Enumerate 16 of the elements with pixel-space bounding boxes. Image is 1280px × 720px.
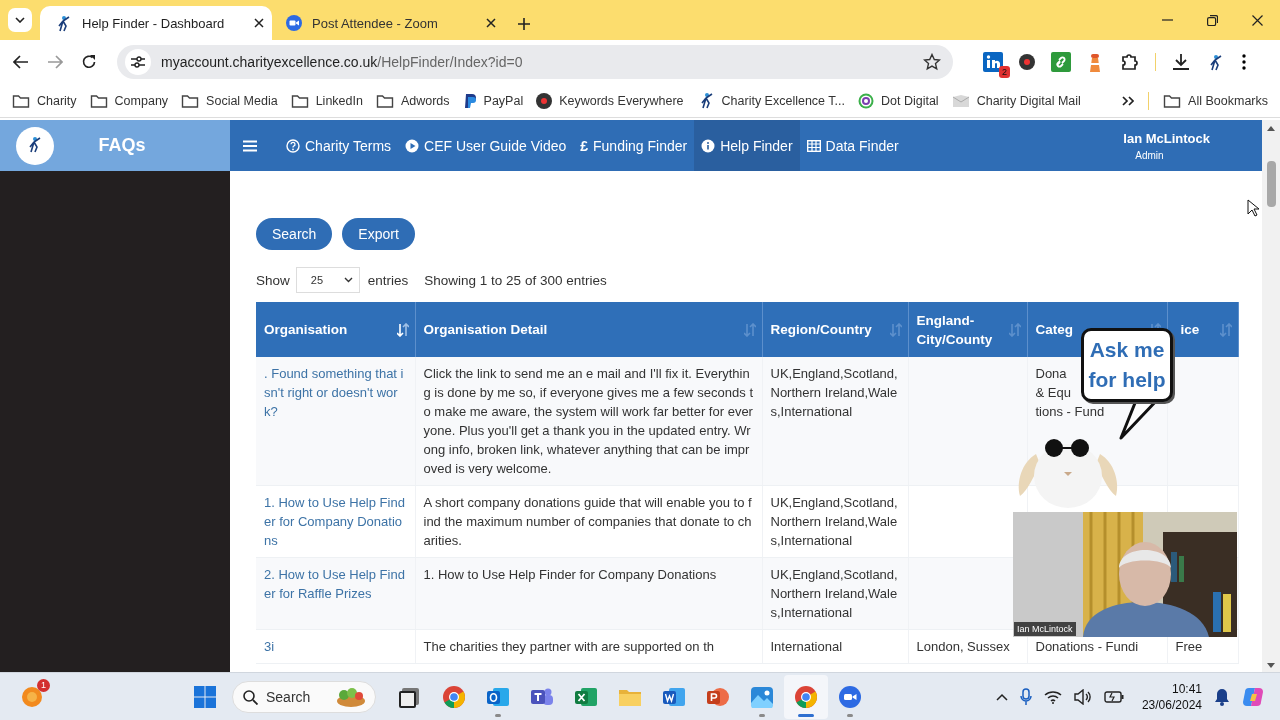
- table-cell: A short company donations guide that will enable you to find the maximum number of companies that donate to charities.: [415, 485, 762, 558]
- entries-label: Show: [256, 272, 290, 288]
- table-cell: The charities they partner with are supported on th: [415, 629, 762, 664]
- table-cell: 1. How to Use Help Finder for Company Donations: [415, 557, 762, 630]
- table-info: Showing 1 to 25 of 300 entries: [424, 272, 607, 288]
- notification-badge: 2: [999, 66, 1010, 78]
- notification-badge: 1: [37, 678, 50, 692]
- table-cell: Click the link to send me an e mail and I'll fix it. Everything is done by me so, if everyone gives me a few seconds to make me aware, the system will work far better for everyone. Plus you'll get a thank you in the updated entry. Wrong info, broken link, whatever anything that can be improved is very welcome.: [415, 357, 762, 486]
- brand-title: FAQs: [97, 135, 147, 156]
- table-cell: UK,England,Scotland,Northern Ireland,Wales,International: [762, 357, 908, 486]
- table-cell: UK,England,Scotland,Northern Ireland,Wales,International: [762, 485, 908, 558]
- entries-label: entries: [367, 272, 409, 288]
- table-cell: International: [762, 629, 908, 664]
- participant-name: Ian McLintock: [1014, 622, 1076, 636]
- user-role: Admin: [1134, 149, 1164, 161]
- table-cell: UK,England,Scotland,Northern Ireland,Wales,International: [762, 557, 908, 630]
